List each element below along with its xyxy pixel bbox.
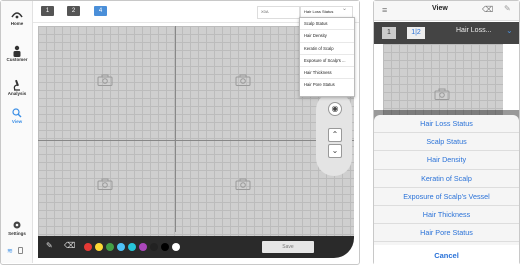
chevron-down-icon: ⌄ (506, 26, 513, 35)
layout-single-button[interactable]: 1 (41, 6, 54, 16)
analysis-type-dropdown: Scalp Status Hair Density Keratin of Sca… (299, 17, 355, 97)
nav-view[interactable]: View (1, 107, 33, 125)
sidebar: Home Customer Analysis View Settings ≋ (1, 1, 33, 263)
camera-icon[interactable] (434, 88, 450, 100)
dropdown-item[interactable]: Hair Density (300, 30, 354, 43)
dropdown-item[interactable]: Hair Pore Status (300, 79, 354, 90)
microscope-icon (13, 79, 20, 91)
phone-header: ≡ View ⌫ ✎ (374, 1, 519, 21)
phone-layout-bar: 1 1|2 Hair Loss... ⌄ (374, 22, 519, 44)
person-icon (13, 45, 21, 57)
nav-analysis[interactable]: Analysis (1, 79, 33, 97)
cancel-button[interactable]: Cancel (374, 245, 519, 266)
color-swatch-black[interactable] (161, 243, 169, 251)
analysis-type-select[interactable]: Hair Loss... (456, 27, 491, 34)
nav-view-label: View (11, 119, 23, 124)
sheet-item[interactable]: Exposure of Scalp's Vessel (374, 188, 519, 206)
color-swatch-cyan[interactable] (128, 243, 136, 251)
color-swatch-red[interactable] (84, 243, 92, 251)
page-title: View (432, 5, 448, 12)
color-swatch-purple[interactable] (139, 243, 147, 251)
nav-settings[interactable]: Settings (1, 219, 33, 237)
color-swatch-darkgray[interactable] (150, 243, 158, 251)
gear-icon (13, 221, 21, 229)
color-swatch-green[interactable] (106, 243, 114, 251)
sheet-item[interactable]: Hair Loss Status (374, 115, 519, 134)
dropdown-item[interactable]: Exposure of Scalp's ... (300, 55, 354, 68)
color-swatch-lightblue[interactable] (117, 243, 125, 251)
nav-customer[interactable]: Customer (1, 45, 33, 63)
action-sheet: Hair Loss Status Scalp Status Hair Densi… (374, 115, 519, 266)
nav-customer-label: Customer (6, 57, 28, 62)
wifi-icon: ≋ (7, 248, 13, 255)
menu-icon[interactable]: ≡ (382, 5, 387, 15)
eraser-icon[interactable]: ⌫ (482, 5, 493, 14)
sheet-item[interactable]: Hair Density (374, 151, 519, 170)
nav-settings-label: Settings (8, 231, 26, 236)
target-icon[interactable]: ◉ (328, 102, 342, 116)
layout-split-button[interactable]: 1|2 (407, 27, 425, 39)
sheet-item[interactable]: Hair Thickness (374, 206, 519, 225)
sheet-item[interactable]: Keratin of Scalp (374, 170, 519, 188)
nav-analysis-label: Analysis (7, 91, 27, 96)
pen-icon[interactable]: ✎ (504, 4, 511, 13)
color-swatch-yellow[interactable] (95, 243, 103, 251)
save-button[interactable]: Save (262, 241, 314, 253)
dropdown-item[interactable]: Keratin of Scalp (300, 43, 354, 55)
camera-icon[interactable] (235, 178, 251, 190)
sheet-item[interactable]: Scalp Status (374, 133, 519, 152)
color-swatch-white[interactable] (172, 243, 180, 251)
eraser-icon[interactable]: ⌫ (64, 241, 75, 250)
chevron-down-icon: ⌄ (342, 6, 348, 12)
nav-home[interactable]: Home (1, 9, 33, 27)
grid-divider-vertical (175, 26, 176, 232)
layout-single-button[interactable]: 1 (382, 27, 396, 39)
camera-icon[interactable] (97, 178, 113, 190)
battery-icon (18, 247, 23, 254)
grid-divider-horizontal (38, 140, 354, 141)
dropdown-item[interactable]: Hair Thickness (300, 67, 354, 80)
scroll-down-button[interactable]: ⌄ (328, 144, 342, 158)
nav-home-label: Home (10, 21, 24, 26)
camera-icon[interactable] (97, 74, 113, 86)
layout-split-button[interactable]: 2 (67, 6, 80, 16)
zoom-select[interactable]: X0A (257, 6, 300, 19)
dropdown-item[interactable]: Scalp Status (300, 18, 354, 31)
layout-quad-button[interactable]: 4 (94, 6, 107, 16)
scroll-up-button[interactable]: ⌃ (328, 128, 342, 142)
sheet-item[interactable]: Hair Pore Status (374, 224, 519, 243)
camera-icon[interactable] (235, 74, 251, 86)
pen-icon[interactable]: ✎ (46, 241, 53, 250)
home-icon (11, 12, 23, 19)
search-icon (12, 108, 22, 118)
side-control-panel: ◉ ⌃ ⌄ (316, 92, 352, 176)
drawing-toolbar: ✎ ⌫ Save (38, 236, 354, 258)
